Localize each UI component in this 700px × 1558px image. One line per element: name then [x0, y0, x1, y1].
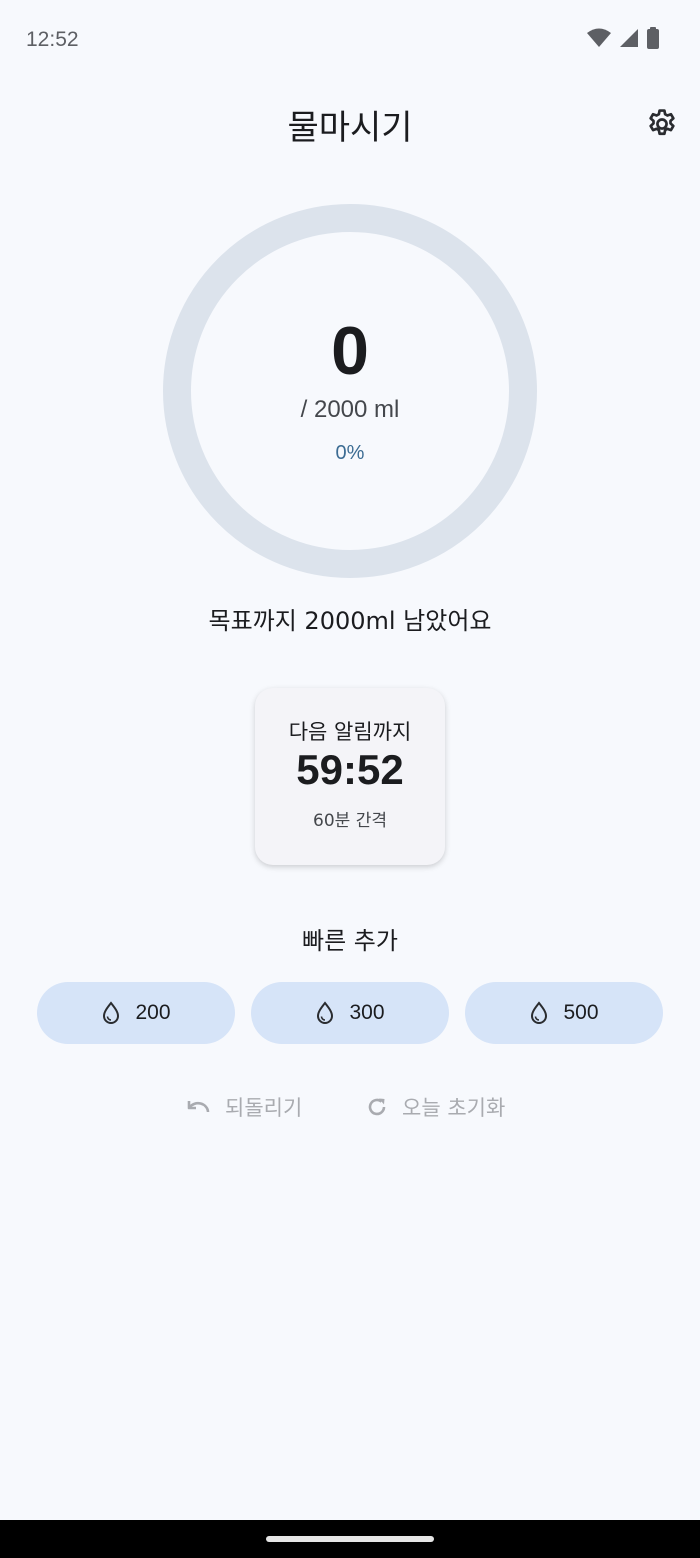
remaining-message: 목표까지 2000ml 남았어요	[208, 607, 492, 635]
intake-percent: 0%	[335, 442, 365, 464]
timer-value: 59:52	[296, 746, 404, 793]
quick-add-title: 빠른 추가	[302, 927, 398, 955]
quick-add-label: 300	[349, 1001, 385, 1024]
settings-button[interactable]	[640, 102, 684, 146]
undo-label: 되돌리기	[225, 1096, 303, 1120]
quick-add-500-button[interactable]: 500	[465, 982, 663, 1044]
timer-label: 다음 알림까지	[288, 720, 412, 744]
intake-value: 0	[331, 313, 369, 389]
quick-add-label: 500	[563, 1001, 599, 1024]
timer-interval: 60분 간격	[313, 811, 387, 831]
reset-today-label: 오늘 초기화	[402, 1096, 506, 1120]
undo-button[interactable]: 되돌리기	[185, 1090, 302, 1124]
system-navigation-bar	[0, 1520, 700, 1558]
reminder-timer-card: 다음 알림까지 59:52 60분 간격	[255, 688, 445, 865]
reset-today-button[interactable]: 오늘 초기화	[366, 1090, 505, 1124]
water-drop-icon	[317, 1001, 334, 1024]
wifi-icon	[587, 28, 611, 47]
refresh-icon	[368, 1098, 386, 1116]
water-drop-icon	[531, 1001, 548, 1024]
status-bar: 12:52	[0, 0, 700, 80]
water-drop-icon	[103, 1001, 120, 1024]
quick-add-200-button[interactable]: 200	[37, 982, 235, 1044]
battery-icon	[647, 27, 659, 49]
status-time: 12:52	[26, 28, 79, 51]
signal-icon	[620, 29, 638, 47]
undo-icon	[187, 1101, 210, 1113]
progress-ring-track	[163, 204, 537, 578]
app-title: 물마시기	[287, 108, 413, 148]
status-icons	[586, 27, 660, 49]
intake-goal: / 2000 ml	[300, 396, 400, 423]
quick-add-300-button[interactable]: 300	[251, 982, 449, 1044]
gear-icon	[649, 109, 675, 136]
quick-add-label: 200	[135, 1001, 171, 1024]
progress-ring	[163, 204, 537, 578]
home-indicator[interactable]	[266, 1536, 434, 1542]
